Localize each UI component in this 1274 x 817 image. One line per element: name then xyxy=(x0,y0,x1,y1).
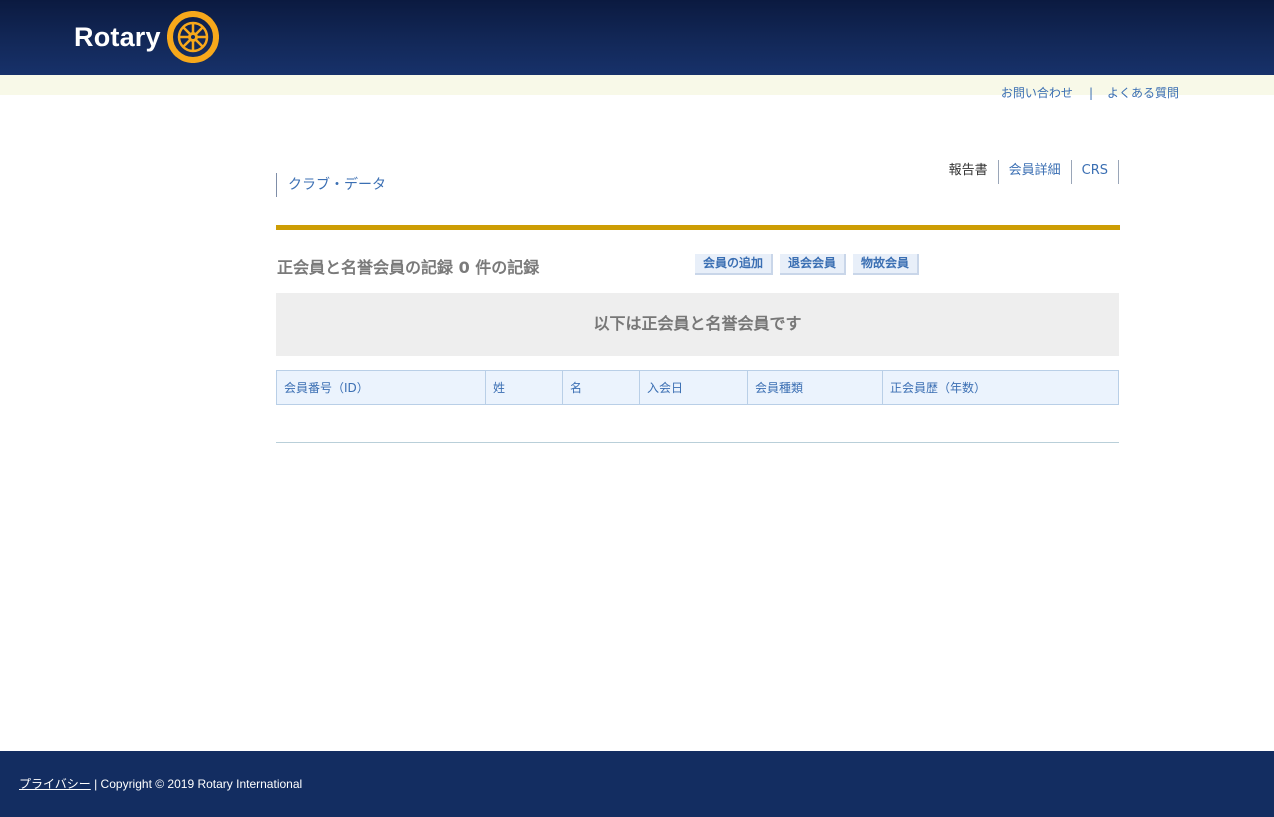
table-header-row: 会員番号（ID） 姓 名 入会日 会員種類 正会員歴（年数） xyxy=(276,370,1119,405)
column-member-id[interactable]: 会員番号（ID） xyxy=(276,370,486,405)
terminated-members-button[interactable]: 退会会員 xyxy=(780,254,847,275)
tab-crs[interactable]: CRS xyxy=(1072,160,1119,184)
members-table: 会員番号（ID） 姓 名 入会日 会員種類 正会員歴（年数） xyxy=(276,370,1119,405)
site-footer: プライバシー | Copyright © 2019 Rotary Interna… xyxy=(0,751,1274,817)
faq-link[interactable]: よくある質問 xyxy=(1107,84,1179,101)
column-last-name[interactable]: 姓 xyxy=(485,370,563,405)
column-first-name[interactable]: 名 xyxy=(562,370,640,405)
members-banner: 以下は正会員と名誉会員です xyxy=(276,293,1119,356)
copyright-text: | Copyright © 2019 Rotary International xyxy=(90,777,303,791)
gold-divider xyxy=(276,225,1120,230)
column-membership-years[interactable]: 正会員歴（年数） xyxy=(882,370,1119,405)
utility-links: お問い合わせ | よくある質問 xyxy=(1001,84,1179,101)
column-admission-date[interactable]: 入会日 xyxy=(639,370,748,405)
deceased-members-button[interactable]: 物故会員 xyxy=(853,254,920,275)
privacy-link[interactable]: プライバシー xyxy=(19,777,91,791)
logo-text: Rotary xyxy=(74,21,161,52)
rotary-wheel-icon xyxy=(166,11,219,63)
section-tabs: 報告書 会員詳細 CRS xyxy=(939,160,1119,184)
footer-text: プライバシー | Copyright © 2019 Rotary Interna… xyxy=(19,775,302,792)
rotary-logo[interactable]: Rotary xyxy=(74,9,221,65)
page-title: クラブ・データ xyxy=(276,173,386,197)
records-heading: 正会員と名誉会員の記録 0 件の記録 xyxy=(277,258,540,277)
add-member-button[interactable]: 会員の追加 xyxy=(695,254,774,275)
column-member-type[interactable]: 会員種類 xyxy=(747,370,883,405)
member-actions: 会員の追加 退会会員 物故会員 xyxy=(695,254,920,275)
site-header: Rotary xyxy=(0,0,1274,75)
contact-link[interactable]: お問い合わせ xyxy=(1001,84,1073,101)
utility-separator: | xyxy=(1088,85,1093,100)
tab-reports[interactable]: 報告書 xyxy=(939,160,999,184)
table-bottom-divider xyxy=(276,442,1119,443)
tab-member-details[interactable]: 会員詳細 xyxy=(999,160,1072,184)
